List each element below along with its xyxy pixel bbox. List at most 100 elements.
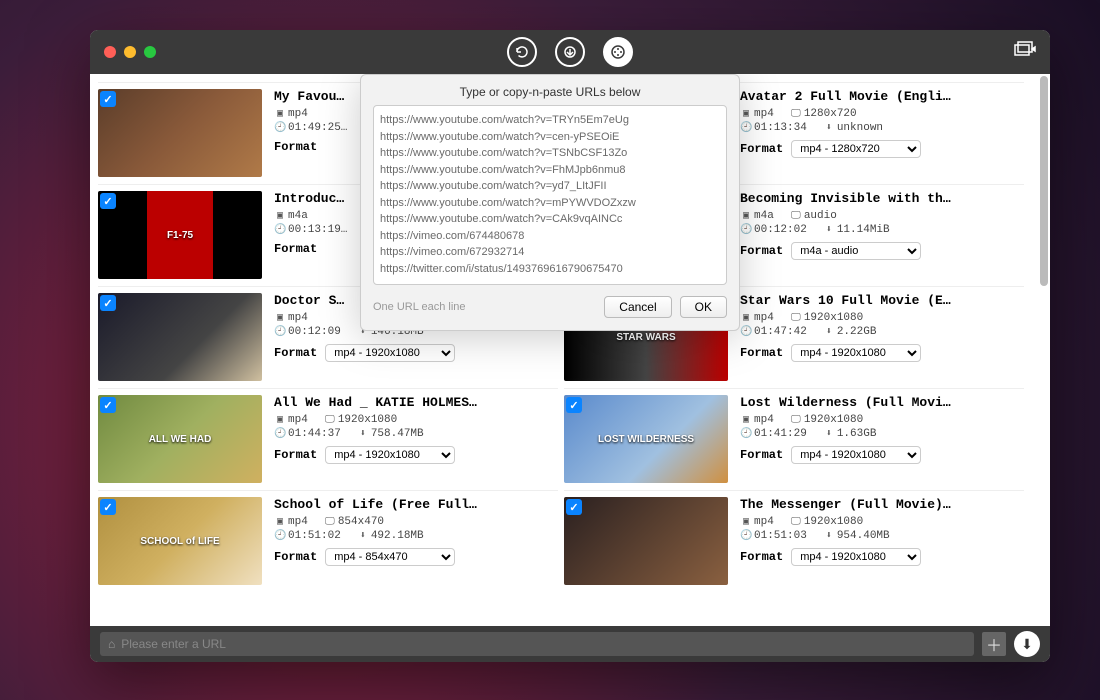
video-title: The Messenger (Full Movie)… (740, 497, 1020, 512)
download-icon: ⬇ (823, 224, 835, 236)
video-card: ✓ The Messenger (Full Movie)…▣mp4🖵1920x10… (564, 490, 1024, 586)
filesize: 11.14MiB (837, 224, 890, 236)
checkbox[interactable]: ✓ (100, 397, 116, 413)
library-icon[interactable] (1014, 41, 1036, 64)
duration: 01:49:25… (288, 122, 347, 134)
video-grid: ✓My Favou…▣mp4🕘01:49:25…Format✓Avatar 2 … (90, 74, 1050, 626)
popover-hint: One URL each line (373, 301, 466, 313)
video-title: Becoming Invisible with th… (740, 191, 1020, 206)
video-meta: Star Wars 10 Full Movie (E…▣mp4🖵1920x108… (728, 293, 1024, 382)
checkbox[interactable]: ✓ (100, 193, 116, 209)
file-type: mp4 (754, 414, 774, 426)
checkbox[interactable]: ✓ (100, 91, 116, 107)
filesize: 1.63GB (837, 428, 877, 440)
home-icon: ⌂ (108, 637, 115, 651)
thumb-label: STAR WARS (616, 332, 675, 343)
video-title: Lost Wilderness (Full Movi… (740, 395, 1020, 410)
res-icon: 🖵 (790, 414, 802, 426)
thumb-label: SCHOOL of LIFE (140, 536, 219, 547)
format-select[interactable]: mp4 - 1920x1080 (791, 548, 921, 566)
thumbnail[interactable]: ✓F1-75 (98, 191, 262, 279)
format-select[interactable]: mp4 - 1920x1080 (791, 344, 921, 362)
convert-icon[interactable] (555, 37, 585, 67)
close-dot[interactable] (104, 46, 116, 58)
clock-icon: 🕘 (740, 326, 752, 338)
type-icon: ▣ (274, 210, 286, 222)
video-meta: The Messenger (Full Movie)…▣mp4🖵1920x108… (728, 497, 1024, 586)
window-controls (104, 46, 156, 58)
format-label: Format (274, 346, 317, 360)
video-meta: All We Had _ KATIE HOLMES…▣mp4🖵1920x1080… (262, 395, 558, 484)
video-icon[interactable] (603, 37, 633, 67)
clock-icon: 🕘 (740, 428, 752, 440)
zoom-dot[interactable] (144, 46, 156, 58)
duration: 01:51:03 (754, 530, 807, 542)
clock-icon: 🕘 (274, 530, 286, 542)
resolution: 854x470 (338, 516, 384, 528)
url-input[interactable]: ⌂ Please enter a URL (100, 632, 974, 656)
res-icon: 🖵 (790, 210, 802, 222)
format-select[interactable]: mp4 - 1920x1080 (325, 446, 455, 464)
refresh-icon[interactable] (507, 37, 537, 67)
format-select[interactable]: mp4 - 1920x1080 (791, 446, 921, 464)
checkbox[interactable]: ✓ (100, 295, 116, 311)
duration: 01:51:02 (288, 530, 341, 542)
clock-icon: 🕘 (274, 122, 286, 134)
ok-button[interactable]: OK (680, 296, 727, 318)
duration: 00:13:19… (288, 224, 347, 236)
thumb-label: LOST WILDERNESS (598, 434, 694, 445)
app-window: ✓My Favou…▣mp4🕘01:49:25…Format✓Avatar 2 … (90, 30, 1050, 662)
type-icon: ▣ (740, 312, 752, 324)
thumbnail[interactable]: ✓ SCHOOL of LIFE (98, 497, 262, 585)
duration: 00:12:02 (754, 224, 807, 236)
thumbnail[interactable]: ✓ ALL WE HAD (98, 395, 262, 483)
add-button[interactable]: ＋ (982, 632, 1006, 656)
type-icon: ▣ (274, 414, 286, 426)
download-icon: ⬇ (357, 428, 369, 440)
file-type: mp4 (288, 312, 308, 324)
thumbnail[interactable]: ✓ LOST WILDERNESS (564, 395, 728, 483)
format-select[interactable]: m4a - audio (791, 242, 921, 260)
filesize: 492.18MB (371, 530, 424, 542)
thumb-label: ALL WE HAD (149, 434, 212, 445)
minimize-dot[interactable] (124, 46, 136, 58)
filesize: unknown (837, 122, 883, 134)
file-type: m4a (288, 210, 308, 222)
format-select[interactable]: mp4 - 854x470 (325, 548, 455, 566)
res-icon: 🖵 (790, 312, 802, 324)
video-meta: Lost Wilderness (Full Movi…▣mp4🖵1920x108… (728, 395, 1024, 484)
res-icon: 🖵 (324, 516, 336, 528)
download-icon: ⬇ (357, 530, 369, 542)
file-type: mp4 (288, 516, 308, 528)
format-select[interactable]: mp4 - 1280x720 (791, 140, 921, 158)
format-select[interactable]: mp4 - 1920x1080 (325, 344, 455, 362)
filesize: 758.47MB (371, 428, 424, 440)
cancel-button[interactable]: Cancel (604, 296, 671, 318)
clock-icon: 🕘 (740, 530, 752, 542)
format-label: Format (740, 244, 783, 258)
thumbnail[interactable]: ✓ (98, 89, 262, 177)
format-label: Format (274, 140, 317, 154)
resolution: audio (804, 210, 837, 222)
format-label: Format (740, 550, 783, 564)
thumbnail[interactable]: ✓ (98, 293, 262, 381)
type-icon: ▣ (740, 108, 752, 120)
type-icon: ▣ (740, 210, 752, 222)
file-type: mp4 (288, 414, 308, 426)
clock-icon: 🕘 (274, 224, 286, 236)
url-textarea[interactable] (373, 105, 727, 285)
checkbox[interactable]: ✓ (566, 499, 582, 515)
download-icon: ⬇ (823, 428, 835, 440)
download-icon: ⬇ (823, 122, 835, 134)
checkbox[interactable]: ✓ (100, 499, 116, 515)
duration: 01:13:34 (754, 122, 807, 134)
file-type: mp4 (754, 312, 774, 324)
scrollbar[interactable] (1038, 76, 1048, 624)
video-meta: School of Life (Free Full…▣mp4🖵854x470🕘0… (262, 497, 558, 586)
url-paste-popover: Type or copy-n-paste URLs below One URL … (360, 74, 740, 331)
checkbox[interactable]: ✓ (566, 397, 582, 413)
download-button[interactable]: ⬇ (1014, 631, 1040, 657)
format-label: Format (274, 550, 317, 564)
titlebar (90, 30, 1050, 74)
thumbnail[interactable]: ✓ (564, 497, 728, 585)
